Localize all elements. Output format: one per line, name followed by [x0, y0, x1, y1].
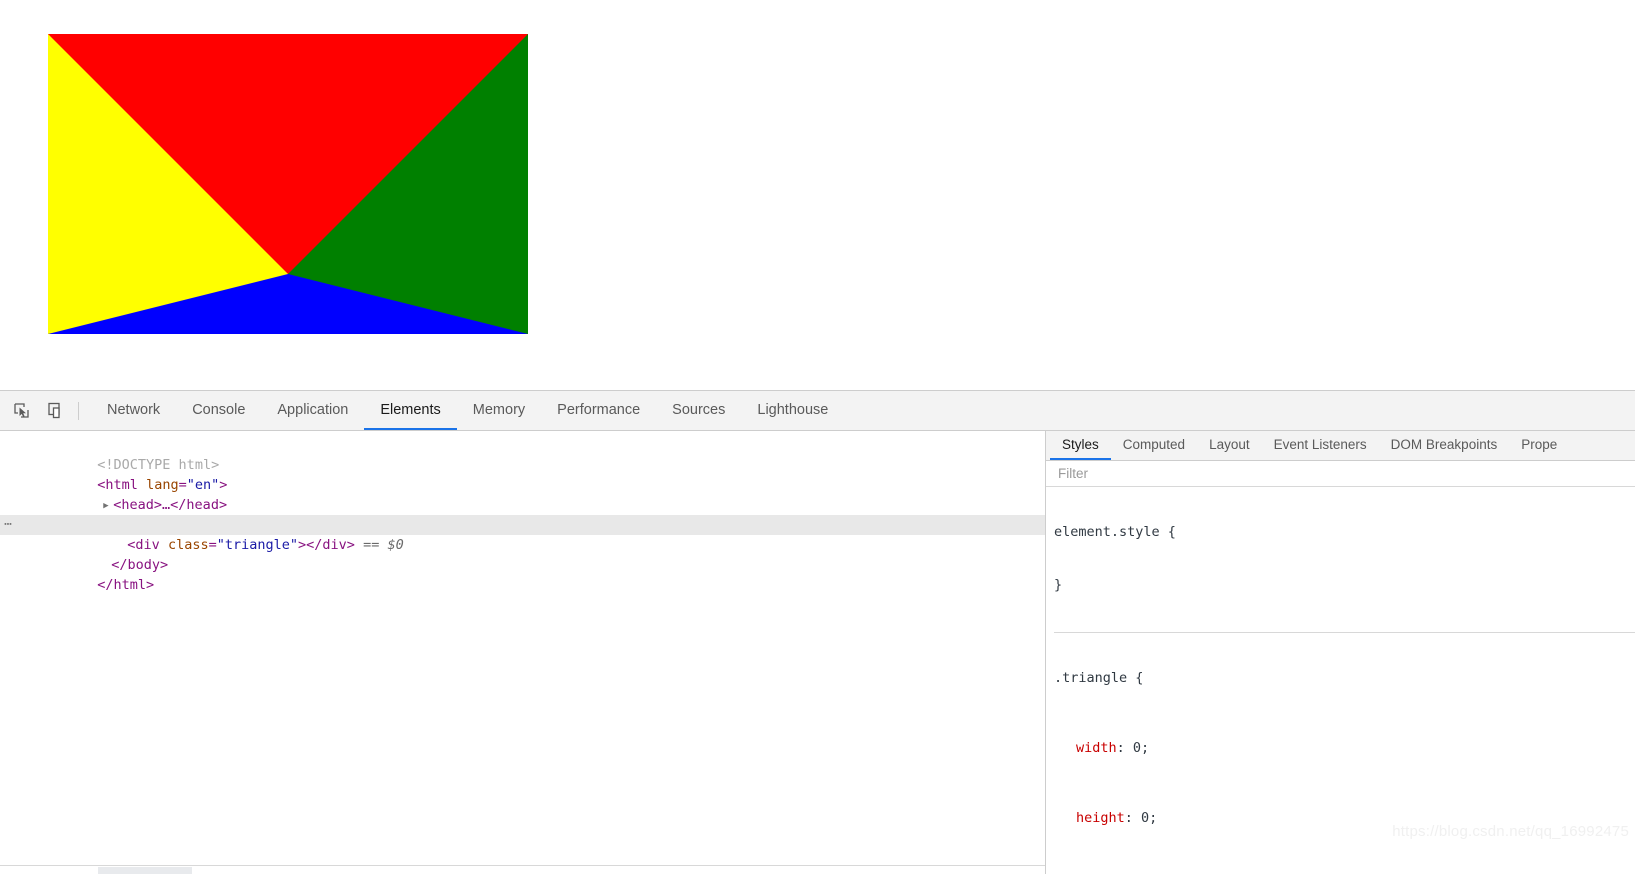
dom-line-html[interactable]: <html lang="en"> — [0, 455, 1045, 493]
triangle-div — [48, 34, 528, 334]
more-options-icon[interactable]: ⋯ — [0, 515, 16, 534]
watermark-text: https://blog.csdn.net/qq_16992475 — [1392, 823, 1629, 840]
tab-properties[interactable]: Prope — [1509, 431, 1569, 460]
dom-scrollbar-thumb[interactable] — [98, 867, 192, 874]
html-close-text: </html> — [97, 577, 155, 593]
dom-line-head[interactable]: ▶ <head>…</head> — [0, 475, 1045, 513]
tab-performance[interactable]: Performance — [541, 391, 656, 430]
dom-tree[interactable]: <!DOCTYPE html> <html lang="en"> ▶ <head>… — [0, 431, 1045, 874]
dom-line-body-close[interactable]: </body> — [0, 535, 1045, 573]
tab-computed[interactable]: Computed — [1111, 431, 1197, 460]
tab-console[interactable]: Console — [176, 391, 261, 430]
tab-network[interactable]: Network — [91, 391, 176, 430]
declaration-width[interactable]: width: 0; — [1054, 740, 1635, 758]
devtools-tab-list: Network Console Application Elements Mem… — [91, 391, 844, 430]
tab-application[interactable]: Application — [261, 391, 364, 430]
property-value: 0; — [1141, 810, 1158, 826]
devtools-body: <!DOCTYPE html> <html lang="en"> ▶ <head>… — [0, 431, 1635, 874]
dom-line-selected-div[interactable]: ⋯ <div class="triangle"></div> == $0 — [0, 515, 1045, 553]
css-rules-list: element.style { } .triangle { width: 0; … — [1046, 487, 1635, 874]
browser-viewport — [0, 0, 1635, 390]
rule-selector: element.style { — [1054, 524, 1176, 540]
tab-lighthouse[interactable]: Lighthouse — [741, 391, 844, 430]
screenshot-root: Network Console Application Elements Mem… — [0, 0, 1635, 874]
property-name: height — [1076, 810, 1125, 826]
styles-tab-list: Styles Computed Layout Event Listeners D… — [1046, 431, 1635, 461]
dom-line-html-close[interactable]: </html> — [0, 555, 1045, 593]
tab-event-listeners[interactable]: Event Listeners — [1262, 431, 1379, 460]
styles-filter-row — [1046, 461, 1635, 487]
tab-dom-breakpoints[interactable]: DOM Breakpoints — [1379, 431, 1510, 460]
tab-memory[interactable]: Memory — [457, 391, 541, 430]
tab-sources[interactable]: Sources — [656, 391, 741, 430]
property-value: 0; — [1132, 740, 1150, 756]
devtools-panel: Network Console Application Elements Mem… — [0, 390, 1635, 874]
inspect-element-icon[interactable] — [8, 398, 34, 424]
device-toolbar-icon[interactable] — [42, 398, 68, 424]
toolbar-divider — [78, 401, 79, 420]
dom-line-body-open[interactable]: ▼<body> — [0, 495, 1045, 533]
devtools-toolbar-icons — [0, 391, 91, 430]
rule-element-style[interactable]: element.style { } — [1054, 487, 1635, 633]
tab-elements[interactable]: Elements — [364, 391, 457, 430]
property-name: width — [1076, 740, 1117, 756]
styles-filter-input[interactable] — [1056, 465, 1612, 482]
dom-line-doctype[interactable]: <!DOCTYPE html> — [0, 435, 1045, 473]
tab-layout[interactable]: Layout — [1197, 431, 1262, 460]
styles-sidebar: Styles Computed Layout Event Listeners D… — [1046, 431, 1635, 874]
devtools-toolbar: Network Console Application Elements Mem… — [0, 391, 1635, 431]
rule-close-brace: } — [1054, 576, 1063, 593]
dom-horizontal-scrollbar[interactable] — [0, 865, 1045, 874]
tab-styles[interactable]: Styles — [1050, 431, 1111, 460]
rule-selector: .triangle { — [1054, 670, 1144, 686]
